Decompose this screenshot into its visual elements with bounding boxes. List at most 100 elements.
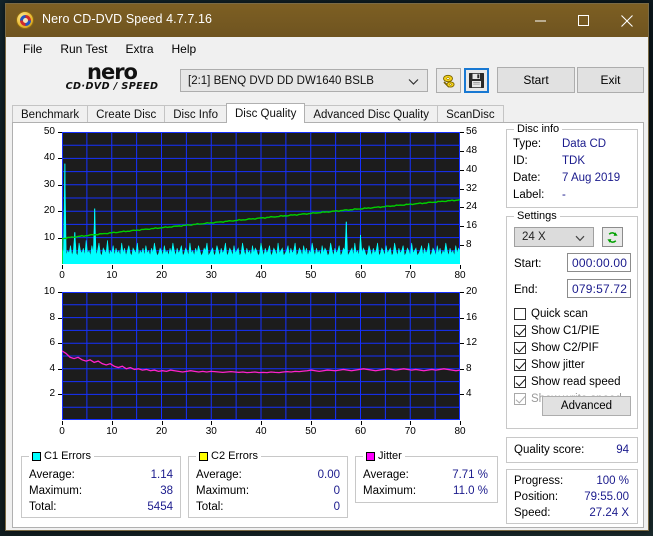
c1-chart-series [62,132,460,264]
menu-item-help[interactable]: Help [163,40,206,58]
speed-select[interactable]: 24 X [514,227,594,247]
checkbox-show-read-speed[interactable]: Show read speed [514,376,621,388]
maximize-icon[interactable] [562,4,605,37]
x-axis-tick-label: 30 [205,270,217,281]
toolbar: nero CD·DVD ∕ SPEED [2:1] BENQ DVD DD DW… [6,61,648,101]
checkbox-box [514,342,526,354]
y-axis-tick [58,158,62,160]
quality-score-label: Quality score: [514,444,585,456]
c2-errors-title: C2 Errors [211,450,259,462]
y2-axis-tick [460,226,464,228]
checkbox-label: Show C1/PIE [531,325,600,337]
quality-score-value: 94 [616,444,629,456]
x-axis-tick [410,421,412,425]
c2-average-label: Average: [196,469,242,481]
y-axis-tick [58,343,62,345]
jitter-title: Jitter [378,450,402,462]
minimize-icon[interactable] [519,4,562,37]
x-axis-tick [310,421,312,425]
y2-axis-tick-label: 24 [466,201,478,213]
chevron-down-icon [408,77,419,89]
checkbox-show-jitter[interactable]: Show jitter [514,359,585,371]
y2-axis-tick-label: 4 [466,388,472,400]
floppy-save-icon[interactable] [464,68,489,93]
checkbox-show-c1-pie[interactable]: Show C1/PIE [514,325,599,337]
jitter-average-label: Average: [363,469,409,481]
y2-axis-tick-label: 32 [466,182,478,194]
menu-item-file[interactable]: File [14,40,51,58]
end-position-label: End: [514,284,538,296]
end-position-input[interactable]: 079:57.72 [567,279,631,298]
checkbox-box [514,393,526,405]
c1-chart: 10 20 30 40 50 8 16 24 32 40 48 56 0 10 20 30 40 50 60 70 80 [13,123,503,281]
tab-create-disc[interactable]: Create Disc [87,105,166,123]
drive-select[interactable]: [2:1] BENQ DVD DD DW1640 BSLB [180,69,428,92]
x-axis-tick [460,421,461,425]
x-axis-tick-label: 60 [354,426,367,437]
jitter-maximum-value: 11.0 % [453,485,488,497]
c2-average-value: 0.00 [317,469,340,481]
c2-errors-box: C2 Errors Average: 0.00 Maximum: 0 Total… [188,450,348,518]
refresh-icon[interactable] [602,227,623,247]
x-axis-tick [161,265,163,269]
start-button[interactable]: Start [497,67,575,93]
menu-item-run-test[interactable]: Run Test [51,40,116,58]
checkbox-box [514,359,526,371]
tab-advanced-disc-quality[interactable]: Advanced Disc Quality [304,105,439,123]
checkbox-quick-scan[interactable]: Quick scan [514,308,588,320]
speed-select-value: 24 X [522,231,546,243]
start-position-input[interactable]: 000:00.00 [567,253,631,272]
y2-axis-tick [460,169,464,171]
x-axis-tick [261,265,262,269]
c1-errors-legend: C1 Errors [29,450,95,462]
c1-average-value: 1.14 [150,469,173,481]
x-axis-tick [161,421,163,425]
c1-color-swatch [32,451,41,461]
speed-label: Speed: [514,507,551,519]
y-axis-tick [58,184,62,186]
tab-disc-quality[interactable]: Disc Quality [226,103,306,123]
x-axis-tick-label: 30 [205,426,217,437]
position-value: 79:55.00 [584,491,629,503]
x-axis-tick-label: 50 [305,426,317,437]
tab-list: Benchmark Create Disc Disc Info Disc Qualit… [12,103,644,123]
nero-main-window: Nero CD-DVD Speed 4.7.7.16 File Run Test… [5,3,649,531]
x-axis-tick [310,265,312,269]
x-axis-tick-label: 40 [255,270,267,281]
y2-axis-tick [460,150,464,152]
x-axis-tick-label: 60 [354,270,367,281]
checkbox-show-c2-pif[interactable]: Show C2/PIF [514,342,599,354]
checkbox-label: Show read speed [531,376,621,388]
y2-axis-tick-label: 16 [466,220,478,232]
tab-benchmark[interactable]: Benchmark [12,105,89,123]
advanced-button[interactable]: Advanced [542,396,631,416]
y-axis-tick [58,317,62,319]
exit-button[interactable]: Exit [577,67,644,93]
disc-type-value: Data CD [562,138,607,150]
y-axis-tick-label: 30 [43,178,55,190]
y-axis-tick-label: 40 [43,152,55,164]
c2-maximum-value: 0 [333,485,340,497]
eject-disc-icon[interactable] [436,68,461,93]
x-axis-tick-label: 80 [454,270,466,281]
x-axis-tick-label: 40 [255,426,267,437]
close-icon[interactable] [605,4,648,37]
window-title: Nero CD-DVD Speed 4.7.7.16 [42,12,213,26]
y2-axis-tick-label: 16 [466,311,478,323]
x-axis-tick-label: 80 [454,426,466,437]
c2-errors-legend: C2 Errors [196,450,262,462]
jitter-color-swatch [366,451,375,461]
y-axis-tick [58,211,62,213]
y-axis-tick-label: 2 [49,388,55,400]
y2-axis-tick [460,207,464,209]
tab-disc-info[interactable]: Disc Info [164,105,227,123]
y-axis-tick-label: 4 [49,362,55,374]
checkbox-box [514,376,526,388]
checkbox-label: Show C2/PIF [531,342,599,354]
y-axis-tick [58,368,62,370]
tab-scandisc[interactable]: ScanDisc [437,105,504,123]
menu-item-extra[interactable]: Extra [116,40,162,58]
title-bar: Nero CD-DVD Speed 4.7.7.16 [6,4,648,37]
jitter-chart-series [62,292,460,420]
y-axis-tick [58,394,62,396]
